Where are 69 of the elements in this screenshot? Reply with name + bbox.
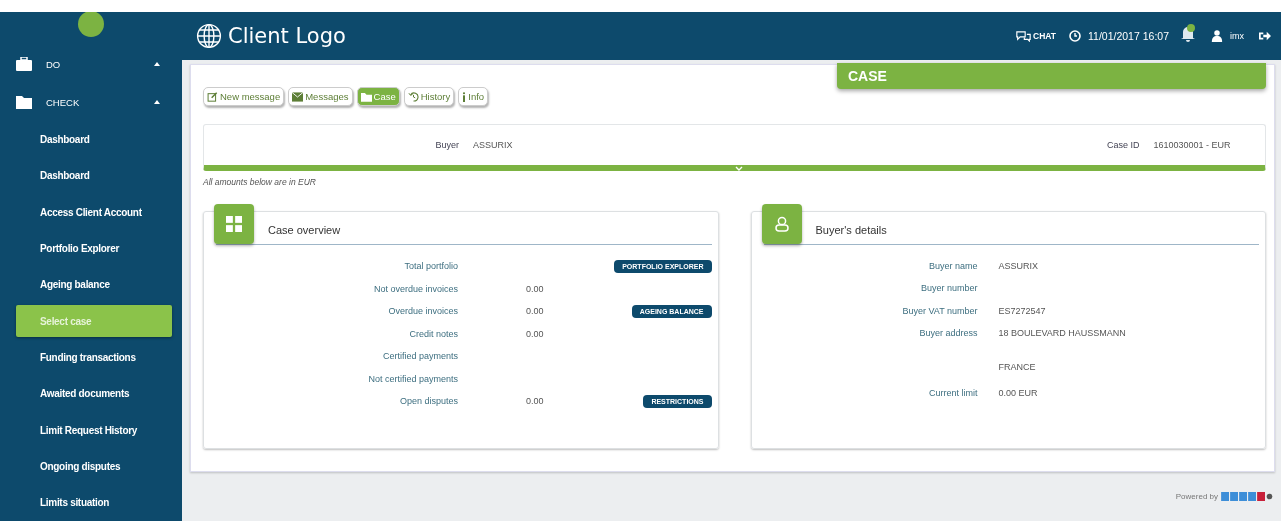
sidebar-item[interactable]: Ongoing disputes (0, 448, 182, 485)
field-label: Open disputes (399, 396, 458, 407)
user-name: imx (1230, 31, 1244, 41)
sidebar-item[interactable]: Access Client Account (0, 193, 182, 231)
tab[interactable]: Info (458, 87, 489, 106)
tab[interactable]: New message (203, 87, 285, 106)
field-value: ASSURIX (473, 140, 513, 150)
info-icon (462, 91, 467, 102)
sidebar-item[interactable]: Ageing balance (0, 266, 182, 304)
sidebar-item[interactable]: Dashboard (0, 121, 182, 158)
field-label: Certified payments (382, 351, 458, 362)
logout-icon[interactable] (1259, 30, 1271, 42)
sidebar-item[interactable]: Portfolio Explorer (0, 230, 182, 267)
chat-bubbles-icon (1016, 30, 1032, 42)
clock-icon (1069, 30, 1082, 42)
field-value: 0.00 (526, 306, 544, 317)
folder-icon (16, 95, 32, 110)
field-value: 0.00 (526, 396, 544, 407)
sidebar-item[interactable]: Dashboard (0, 157, 182, 194)
globe-icon (196, 23, 222, 49)
field-value: FRANCE (998, 362, 1036, 373)
client-logo-text: Client Logo (228, 24, 346, 48)
notification-bell-icon[interactable] (1180, 24, 1196, 42)
field-label: Case ID (1106, 140, 1140, 150)
tab[interactable]: History (403, 87, 455, 106)
user-icon (1211, 30, 1223, 42)
chat-link[interactable]: CHAT (1016, 30, 1057, 42)
field-label: Total portfolio (404, 261, 458, 272)
vendor-logo-drawing (1221, 492, 1273, 501)
field-label: Not overdue invoices (373, 283, 458, 294)
field-label: Buyer name (928, 261, 978, 272)
sidebar-item[interactable]: Limits situation (0, 484, 182, 521)
logo-circle-icon (78, 12, 104, 37)
sidebar-item[interactable]: Limit Request History (0, 411, 182, 449)
field-label: Overdue invoices (388, 306, 458, 317)
field-label: Buyer number (920, 283, 978, 294)
field-label: Current limit (929, 388, 978, 399)
case-title-banner: CASE (837, 63, 1266, 89)
caret-icon (154, 100, 160, 105)
field-value: 0.00 (526, 283, 544, 294)
field-value: 0.00 (526, 328, 544, 339)
sidebar-item[interactable]: Awaited documents (0, 375, 182, 412)
field-value: 1610030001 - EUR (1153, 140, 1231, 150)
powered-by-text: Powered by (1175, 492, 1218, 501)
card-title: Buyer's details (815, 224, 887, 236)
tab[interactable]: Messages (288, 87, 353, 106)
date-time: 11/01/2017 16:07 (1088, 30, 1169, 42)
caret-icon (154, 62, 160, 67)
field-value: ASSURIX (998, 261, 1038, 272)
sidebar-section[interactable]: CHECK (0, 83, 182, 122)
history-icon (407, 91, 419, 102)
edit-icon (207, 91, 218, 102)
field-value: 0.00 EUR (998, 388, 1038, 399)
field-value: 18 BOULEVARD HAUSSMANN (998, 328, 1126, 339)
field-label: Buyer (434, 140, 459, 150)
field-value: ES7272547 (998, 305, 1046, 316)
user-outline-icon (773, 216, 790, 232)
sidebar-item[interactable]: Funding transactions (0, 339, 182, 376)
card-title: Case overview (268, 224, 341, 236)
briefcase-icon (16, 57, 32, 72)
field-label: Buyer VAT number (902, 305, 978, 316)
field-label: Not certified payments (368, 373, 458, 384)
grid-icon (226, 216, 242, 232)
currency-note: All amounts below are in EUR (203, 177, 317, 187)
field-label: Credit notes (409, 328, 458, 339)
sidebar-section[interactable]: DO (0, 45, 182, 84)
folder-icon (360, 91, 372, 102)
field-label: Buyer address (919, 328, 978, 339)
envelope-icon (292, 91, 304, 102)
